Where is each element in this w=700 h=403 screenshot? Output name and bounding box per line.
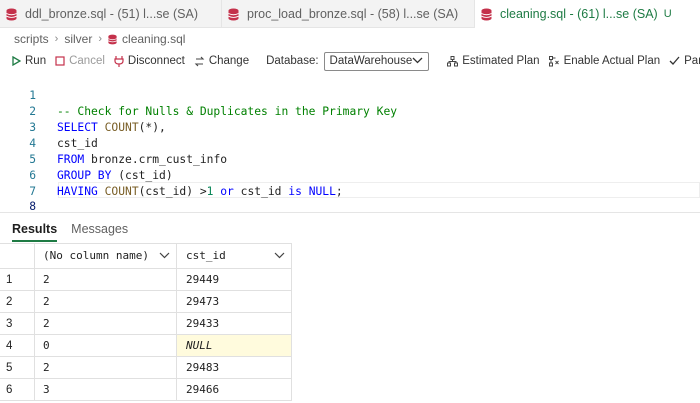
breadcrumb-item-scripts[interactable]: scripts [14, 32, 49, 46]
column-header-label: cst_id [186, 249, 226, 262]
cancel-button[interactable]: Cancel [55, 55, 105, 67]
code-line: 6 HAVING COUNT(cst_id) >1 or cst_id is N… [0, 152, 700, 198]
row-number: 3 [0, 313, 35, 335]
tab-label: ddl_bronze.sql - (51) l...se (SA) [25, 7, 198, 21]
plug-icon [114, 55, 124, 67]
cell-cst-id[interactable]: 29449 [177, 269, 292, 291]
cell-cst-id[interactable]: 29483 [177, 357, 292, 379]
estimated-plan-button[interactable]: Estimated Plan [447, 55, 540, 67]
row-number: 5 [0, 357, 35, 379]
tab-messages[interactable]: Messages [71, 222, 128, 242]
table-row[interactable]: 2 2 29473 [0, 291, 292, 313]
cell-cst-id[interactable]: 29433 [177, 313, 292, 335]
tab-label: proc_load_bronze.sql - (58) l...se (SA) [247, 7, 459, 21]
cell-cst-id[interactable]: 29466 [177, 379, 292, 401]
cell-count[interactable]: 2 [35, 357, 177, 379]
row-number: 2 [0, 291, 35, 313]
table-row[interactable]: 5 2 29483 [0, 357, 292, 379]
code-line: 5 GROUP BY (cst_id) [0, 136, 700, 182]
database-icon [481, 8, 492, 20]
grid-header-row: (No column name) cst_id [0, 243, 292, 269]
disconnect-label: Disconnect [127, 55, 185, 67]
estimated-plan-label: Estimated Plan [462, 55, 540, 67]
breadcrumb-item-file[interactable]: cleaning.sql [108, 32, 185, 46]
tab-label: cleaning.sql - (61) l...se (SA) [500, 7, 658, 21]
database-label: Database: [266, 55, 319, 67]
disconnect-button[interactable]: Disconnect [114, 55, 185, 67]
cell-count[interactable]: 0 [35, 335, 177, 357]
actual-plan-label: Enable Actual Plan [563, 55, 661, 67]
checkmark-icon [669, 56, 680, 66]
chevron-right-icon: › [54, 33, 59, 45]
breadcrumb-item-silver[interactable]: silver [64, 32, 92, 46]
table-row[interactable]: 6 3 29466 [0, 379, 292, 401]
cell-count[interactable]: 2 [35, 313, 177, 335]
row-number-header [0, 243, 35, 269]
code-line: 3 cst_id [0, 104, 700, 150]
cell-count[interactable]: 3 [35, 379, 177, 401]
row-number: 6 [0, 379, 35, 401]
breadcrumb: scripts › silver › cleaning.sql [0, 28, 700, 50]
database-select[interactable]: DataWarehouse [323, 51, 430, 71]
tab-results[interactable]: Results [12, 222, 58, 242]
code-line: 1 -- Check for Nulls & Duplicates in the… [0, 72, 700, 118]
run-button[interactable]: Run [12, 55, 46, 67]
table-row[interactable]: 1 2 29449 [0, 269, 292, 291]
database-icon [228, 8, 239, 20]
code-line: 8 [0, 183, 700, 213]
editor-tab-bar: ddl_bronze.sql - (51) l...se (SA) proc_l… [0, 0, 700, 28]
chevron-down-icon [412, 56, 423, 67]
tab-cleaning[interactable]: cleaning.sql - (61) l...se (SA) U [475, 0, 700, 28]
chevron-down-icon[interactable] [274, 244, 285, 268]
results-grid[interactable]: (No column name) cst_id 1 2 29449 2 2 29… [0, 243, 292, 401]
run-label: Run [25, 55, 47, 67]
chevron-right-icon: › [98, 33, 103, 45]
code-line: 2 SELECT COUNT(*), [0, 88, 700, 134]
tab-ddl-bronze[interactable]: ddl_bronze.sql - (51) l...se (SA) [0, 0, 222, 28]
column-header-label: (No column name) [43, 249, 149, 262]
swap-icon [194, 56, 205, 67]
change-connection-button[interactable]: Change [194, 55, 249, 67]
row-number: 4 [0, 335, 35, 357]
query-toolbar: Run Cancel Disconnect Change Database: D… [0, 50, 700, 72]
cell-count[interactable]: 2 [35, 269, 177, 291]
database-select-value: DataWarehouse [329, 55, 413, 67]
breadcrumb-file-label: cleaning.sql [122, 32, 186, 46]
parse-button[interactable]: Parse [669, 55, 700, 67]
database-icon [6, 8, 17, 20]
cell-cst-id-null[interactable]: NULL [177, 335, 292, 357]
column-header-cst-id[interactable]: cst_id [177, 243, 292, 269]
cancel-label: Cancel [69, 55, 105, 67]
table-row[interactable]: 4 0 NULL [0, 335, 292, 357]
row-number: 1 [0, 269, 35, 291]
column-header-no-column-name[interactable]: (No column name) [35, 243, 177, 269]
database-icon [108, 34, 117, 44]
play-icon [12, 56, 21, 66]
cell-cst-id[interactable]: 29473 [177, 291, 292, 313]
plan-tree-icon [447, 55, 459, 67]
stop-icon [55, 56, 65, 66]
results-panel-tabs: Results Messages [0, 212, 700, 242]
table-row[interactable]: 3 2 29433 [0, 313, 292, 335]
code-line: 4 FROM bronze.crm_cust_info [0, 120, 700, 166]
sql-editor[interactable]: 1 -- Check for Nulls & Duplicates in the… [0, 72, 700, 213]
untracked-badge: U [663, 8, 672, 20]
cell-count[interactable]: 2 [35, 291, 177, 313]
parse-label: Parse [684, 55, 700, 67]
change-label: Change [208, 55, 250, 67]
enable-actual-plan-button[interactable]: Enable Actual Plan [548, 55, 661, 67]
tab-proc-load-bronze[interactable]: proc_load_bronze.sql - (58) l...se (SA) [222, 0, 475, 28]
code-line: 7 [0, 168, 700, 198]
actual-plan-icon [548, 55, 560, 67]
chevron-down-icon[interactable] [159, 244, 170, 268]
